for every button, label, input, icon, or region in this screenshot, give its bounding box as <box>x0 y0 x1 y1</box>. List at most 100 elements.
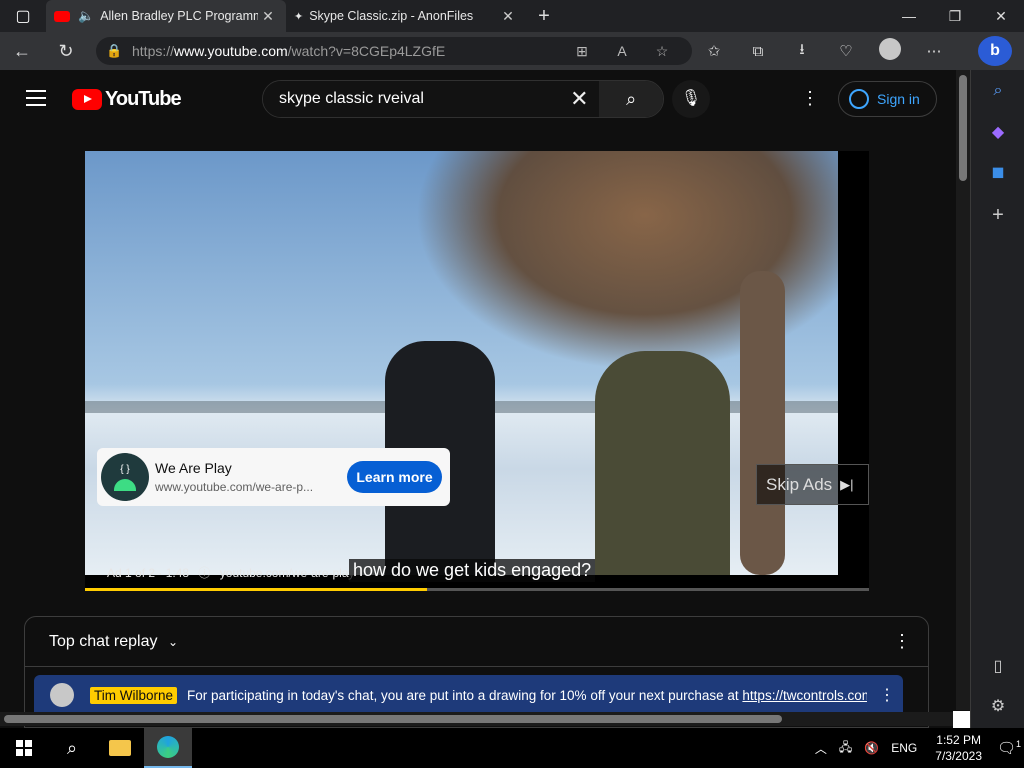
shopping-icon[interactable]: ◆ <box>971 122 1024 142</box>
close-window-icon[interactable]: ✕ <box>978 8 1024 25</box>
menu-icon[interactable] <box>26 90 46 111</box>
system-tray: ︿ 🖧 🔇 ENG 1:52 PM 7/3/2023 🗨1 <box>809 732 1024 764</box>
tab-title: Skype Classic.zip - AnonFiles <box>309 9 474 23</box>
ad-url: www.youtube.com/we-are-p... <box>155 480 314 494</box>
outlook-icon[interactable]: ◼ <box>971 162 1024 182</box>
window-controls: — ❐ ✕ <box>886 8 1024 25</box>
tree-trunk <box>740 271 785 575</box>
search-button[interactable]: ⌕ <box>599 81 663 117</box>
youtube-logo[interactable]: YouTube <box>72 88 182 111</box>
skip-ads-button[interactable]: Skip Ads ▶| <box>756 464 869 505</box>
youtube-favicon-icon <box>54 10 70 22</box>
volume-muted-icon[interactable]: 🔇 <box>864 741 879 755</box>
horizontal-scrollbar[interactable] <box>0 712 956 726</box>
ad-title: We Are Play <box>155 460 232 476</box>
sign-in-label: Sign in <box>877 91 920 107</box>
learn-more-button[interactable]: Learn more <box>347 461 442 493</box>
search-input[interactable]: skype classic rveival ✕ <box>263 81 600 117</box>
bing-copilot-icon[interactable]: b <box>978 36 1012 66</box>
closed-caption: how do we get kids engaged? <box>349 559 596 582</box>
lock-icon[interactable]: 🔒 <box>106 43 132 59</box>
speaker-icon[interactable]: 🔈 <box>78 8 94 24</box>
clock-date: 7/3/2023 <box>935 749 982 763</box>
start-button[interactable] <box>0 728 48 768</box>
notification-center-icon[interactable]: 🗨1 <box>994 739 1024 757</box>
close-tab-icon[interactable]: ✕ <box>498 8 518 25</box>
pinned-message-link[interactable]: https://twcontrols.com/... <box>742 688 867 703</box>
chat-mode-dropdown[interactable]: Top chat replay ⌄ <box>49 633 178 651</box>
search-sidebar-icon[interactable]: ⌕ <box>971 82 1024 100</box>
add-sidebar-app-icon[interactable]: + <box>971 204 1024 227</box>
downloads-icon[interactable]: ⭳ <box>780 39 824 64</box>
horizontal-scroll-thumb[interactable] <box>4 715 782 723</box>
search-query: skype classic rveival <box>279 90 424 107</box>
address-bar-row: ← ↻ 🔒 https://www.youtube.com/watch?v=8C… <box>0 32 1024 70</box>
edge-sidebar: ⌕ ◆ ◼ + ▯ ⚙ <box>970 70 1024 728</box>
tab-title: Allen Bradley PLC Programming <box>100 9 258 23</box>
back-icon[interactable]: ← <box>0 41 44 62</box>
skip-ads-label: Skip Ads <box>766 474 833 494</box>
settings-kebab-icon[interactable]: ⋮ <box>800 88 820 109</box>
clear-search-icon[interactable]: ✕ <box>559 86 599 112</box>
network-icon[interactable]: 🖧 <box>839 738 852 759</box>
tab-allen-bradley[interactable]: 🔈 Allen Bradley PLC Programming ✕ <box>46 0 286 32</box>
pinned-more-icon[interactable]: ⋮ <box>879 685 895 705</box>
pinned-message: Tim Wilborne For participating in today'… <box>34 675 903 715</box>
address-bar[interactable]: 🔒 https://www.youtube.com/watch?v=8CGEp4… <box>96 37 692 65</box>
notification-count: 1 <box>1016 739 1022 749</box>
video-frame <box>85 151 838 575</box>
file-explorer-icon[interactable] <box>96 728 144 768</box>
windows-taskbar: ⌕ ︿ 🖧 🔇 ENG 1:52 PM 7/3/2023 🗨1 <box>0 728 1024 768</box>
refresh-icon[interactable]: ↻ <box>44 41 88 62</box>
minimize-icon[interactable]: — <box>886 8 932 25</box>
browser-tab-bar: ▢ 🔈 Allen Bradley PLC Programming ✕ ✦ Sk… <box>0 0 1024 32</box>
android-logo-icon: { } <box>101 453 149 501</box>
sidebar-settings-icon[interactable]: ⚙ <box>971 696 1024 716</box>
favorites-icon[interactable]: ✩ <box>692 42 736 60</box>
restore-icon[interactable]: ❐ <box>932 8 978 25</box>
ad-info-url[interactable]: youtube.com/we-are-play <box>220 566 355 580</box>
close-tab-icon[interactable]: ✕ <box>258 8 278 25</box>
youtube-play-icon <box>72 89 102 110</box>
chevron-down-icon: ⌄ <box>167 635 179 649</box>
person-right <box>595 351 730 575</box>
info-icon[interactable]: ⓘ <box>198 566 210 580</box>
language-indicator[interactable]: ENG <box>891 741 917 755</box>
collections-icon[interactable]: ⧉ <box>736 43 780 60</box>
hide-sidebar-icon[interactable]: ▯ <box>971 656 1024 676</box>
app-available-icon[interactable]: ⊞ <box>562 43 602 60</box>
clock[interactable]: 1:52 PM 7/3/2023 <box>935 732 982 764</box>
favorite-star-icon[interactable]: ☆ <box>642 43 682 60</box>
read-aloud-icon[interactable]: A <box>602 43 642 59</box>
profile-avatar[interactable] <box>868 38 912 64</box>
url-path: /watch?v=8CGEp4LZGfE <box>287 43 446 59</box>
show-hidden-icons-icon[interactable]: ︿ <box>815 740 827 757</box>
ad-progress-bar[interactable] <box>85 588 869 591</box>
vertical-scroll-thumb[interactable] <box>959 75 967 181</box>
ad-info: Ad 1 of 2 · 1:48 ⓘ youtube.com/we-are-pl… <box>107 564 355 581</box>
settings-more-icon[interactable]: ⋯ <box>912 42 956 60</box>
tab-skype-classic[interactable]: ✦ Skype Classic.zip - AnonFiles ✕ <box>286 0 526 32</box>
taskbar-search-icon[interactable]: ⌕ <box>48 728 96 768</box>
windows-logo-icon <box>16 740 32 756</box>
chat-header-label: Top chat replay <box>49 633 158 650</box>
url-text[interactable]: https://www.youtube.com/watch?v=8CGEp4LZ… <box>132 43 562 59</box>
voice-search-icon[interactable]: 🎙 <box>672 80 710 118</box>
chat-more-icon[interactable]: ⋮ <box>893 631 911 652</box>
anonfiles-favicon-icon: ✦ <box>294 10 304 23</box>
tab-actions-icon[interactable]: ▢ <box>0 0 46 32</box>
search-box: skype classic rveival ✕ ⌕ <box>262 80 664 118</box>
video-player[interactable]: { } We Are Play www.youtube.com/we-are-p… <box>85 151 869 591</box>
clock-time: 1:52 PM <box>936 733 981 747</box>
url-prefix: https:// <box>132 43 175 59</box>
vertical-scrollbar[interactable] <box>956 70 970 710</box>
edge-taskbar-icon[interactable] <box>144 728 192 768</box>
author-name-badge[interactable]: Tim Wilborne <box>90 686 178 704</box>
ad-card[interactable]: { } We Are Play www.youtube.com/we-are-p… <box>97 448 450 506</box>
scrollbar-corner <box>953 711 970 728</box>
sign-in-button[interactable]: Sign in <box>838 81 937 117</box>
new-tab-icon[interactable]: + <box>526 5 562 28</box>
chat-divider <box>25 666 928 667</box>
author-avatar[interactable] <box>50 683 74 707</box>
performance-icon[interactable]: ♡ <box>824 42 868 60</box>
